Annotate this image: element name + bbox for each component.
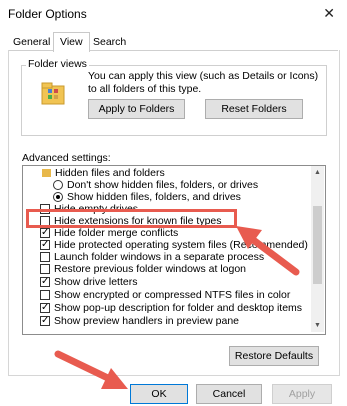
list-item-checkbox[interactable]: Restore previous folder windows at logon xyxy=(23,263,313,276)
checkbox-show-popup-description[interactable] xyxy=(40,301,50,314)
reset-folders-button[interactable]: Reset Folders xyxy=(205,99,303,119)
list-item-label: Show encrypted or compressed NTFS files … xyxy=(54,289,291,301)
cancel-button[interactable]: Cancel xyxy=(196,384,262,404)
list-item-checkbox[interactable]: Show preview handlers in preview pane xyxy=(23,314,313,328)
window-title: Folder Options xyxy=(8,7,87,21)
list-item-checkbox[interactable]: Show pop-up description for folder and d… xyxy=(23,301,313,315)
folder-icon xyxy=(42,169,51,177)
apply-button[interactable]: Apply xyxy=(272,384,332,404)
advanced-settings-list[interactable]: Hidden files and folders Don't show hidd… xyxy=(22,165,326,335)
tab-general[interactable]: General xyxy=(8,34,55,50)
ok-button[interactable]: OK xyxy=(130,384,188,404)
title-bar: Folder Options ✕ xyxy=(0,0,347,30)
checkbox-restore-previous-windows[interactable] xyxy=(40,264,50,274)
scroll-up-icon[interactable]: ▲ xyxy=(311,166,324,179)
tab-view[interactable]: View xyxy=(53,32,90,52)
advanced-settings-label: Advanced settings: xyxy=(22,152,111,164)
list-item-checkbox[interactable]: Show drive letters xyxy=(23,275,313,289)
apply-to-folders-button[interactable]: Apply to Folders xyxy=(88,99,185,119)
scroll-thumb[interactable] xyxy=(313,206,322,284)
list-item-checkbox[interactable]: Show encrypted or compressed NTFS files … xyxy=(23,289,313,302)
folder-views-description: You can apply this view (such as Details… xyxy=(88,70,319,95)
list-scrollbar[interactable]: ▲ ▼ xyxy=(311,166,324,332)
scroll-down-icon[interactable]: ▼ xyxy=(311,319,324,332)
radio-dont-show-hidden[interactable] xyxy=(53,180,63,190)
checkbox-show-preview-handlers[interactable] xyxy=(40,314,50,327)
radio-show-hidden[interactable] xyxy=(53,192,63,202)
list-item-label: Show pop-up description for folder and d… xyxy=(54,302,303,314)
checkbox-show-drive-letters[interactable] xyxy=(40,275,50,288)
list-item-label: Show preview handlers in preview pane xyxy=(54,315,240,327)
close-icon[interactable]: ✕ xyxy=(323,5,335,21)
checkbox-hide-protected-files[interactable] xyxy=(40,238,50,251)
folder-views-icon xyxy=(41,82,65,105)
annotation-highlight-box xyxy=(26,209,237,228)
checkbox-hide-merge-conflicts[interactable] xyxy=(40,226,50,239)
checkbox-show-encrypted-color[interactable] xyxy=(40,290,50,300)
checkbox-launch-separate-process[interactable] xyxy=(40,252,50,262)
list-item-label: Show drive letters xyxy=(54,276,138,288)
restore-defaults-button[interactable]: Restore Defaults xyxy=(229,346,319,366)
folder-views-label: Folder views xyxy=(26,58,89,70)
list-item-label: Restore previous folder windows at logon xyxy=(54,263,247,275)
tab-search[interactable]: Search xyxy=(88,34,131,50)
